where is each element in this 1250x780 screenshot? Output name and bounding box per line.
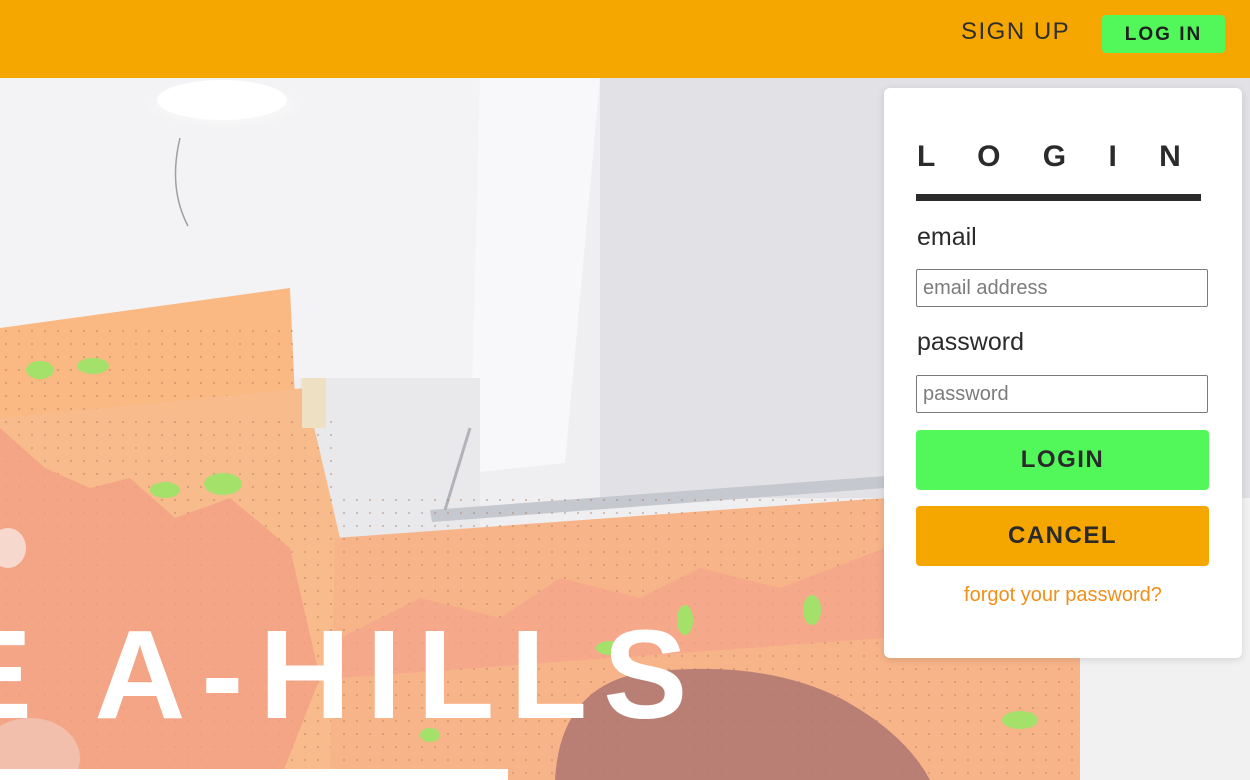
hero-title-underline <box>0 769 508 780</box>
page: SIGN UP LOG IN E A-HILLS L O G I N email… <box>0 0 1250 780</box>
login-heading: L O G I N <box>917 140 1198 173</box>
heading-divider <box>916 194 1201 201</box>
forgot-password-link[interactable]: forgot your password? <box>884 584 1242 607</box>
email-input[interactable] <box>916 269 1208 307</box>
top-navigation-bar: SIGN UP LOG IN <box>0 0 1250 78</box>
password-input[interactable] <box>916 375 1208 413</box>
sign-up-link[interactable]: SIGN UP <box>961 18 1070 46</box>
email-label: email <box>917 223 977 251</box>
login-submit-button[interactable]: LOGIN <box>916 430 1209 490</box>
password-label: password <box>917 328 1024 356</box>
login-panel: L O G I N email password LOGIN CANCEL fo… <box>884 88 1242 658</box>
log-in-button[interactable]: LOG IN <box>1102 15 1225 53</box>
hero-title: E A-HILLS <box>0 604 704 745</box>
cancel-button[interactable]: CANCEL <box>916 506 1209 566</box>
